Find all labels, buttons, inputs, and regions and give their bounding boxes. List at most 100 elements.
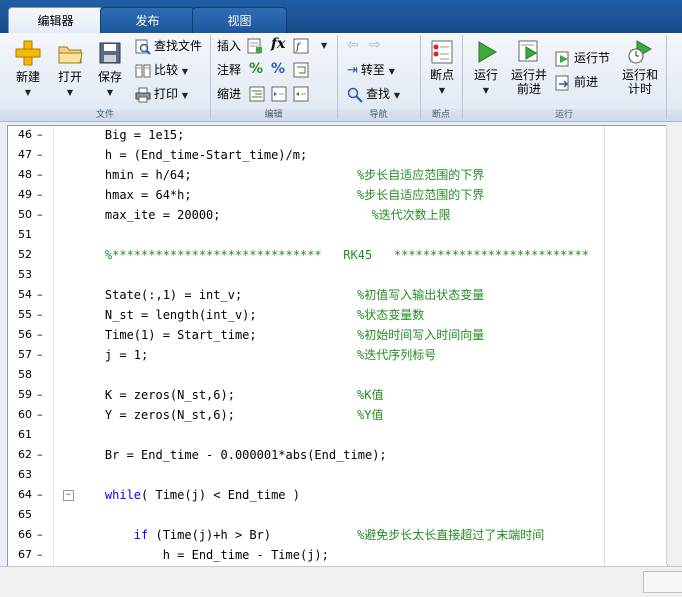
- fold-toggle-icon[interactable]: −: [63, 490, 74, 501]
- code-line[interactable]: 59– K = zeros(N_st,6); %K值: [8, 385, 667, 405]
- code-line[interactable]: 50– max_ite = 20000; %迭代次数上限: [8, 205, 667, 225]
- find-button[interactable]: 查找 ▼: [347, 84, 400, 104]
- breakpoint-marker[interactable]: –: [37, 285, 47, 305]
- breakpoint-marker[interactable]: –: [37, 545, 47, 565]
- run-section-icon: [555, 51, 569, 66]
- find-files-icon: [135, 39, 151, 55]
- code-line[interactable]: 48– hmin = h/64; %步长自适应范围的下界: [8, 165, 667, 185]
- chevron-down-icon[interactable]: ▼: [321, 41, 327, 50]
- group-label-navigate: 导航: [369, 110, 388, 120]
- goto-button[interactable]: ⇥ 转至 ▼: [347, 60, 395, 80]
- breakpoint-marker[interactable]: –: [37, 165, 47, 185]
- code-line[interactable]: 63: [8, 465, 667, 485]
- wrap-comments-icon[interactable]: [293, 62, 309, 78]
- line-number: 61: [18, 428, 32, 441]
- breakpoint-marker[interactable]: –: [37, 145, 47, 165]
- print-button[interactable]: 打印 ▼: [135, 84, 188, 104]
- indent-button[interactable]: 缩进: [217, 84, 241, 104]
- code-line[interactable]: 46– Big = 1e15;: [8, 126, 667, 145]
- code-line[interactable]: 53: [8, 265, 667, 285]
- back-arrow-icon[interactable]: ⇦: [347, 37, 359, 53]
- run-and-time-button[interactable]: 运行和 计时: [618, 39, 662, 96]
- find-files-label: 查找文件: [154, 39, 203, 53]
- comment-button[interactable]: 注释: [217, 60, 241, 80]
- breakpoint-marker[interactable]: –: [37, 305, 47, 325]
- new-button[interactable]: 新建 ▼: [10, 39, 46, 100]
- code-line[interactable]: 55– N_st = length(int_v); %状态变量数: [8, 305, 667, 325]
- find-files-button[interactable]: 查找文件: [135, 36, 202, 56]
- code-line[interactable]: 66– if (Time(j)+h > Br) %避免步长太长直接超过了末端时间: [8, 525, 667, 545]
- run-and-advance-button[interactable]: 运行并 前进: [508, 39, 550, 96]
- code-rest: ( Time(j) < End_time ): [141, 488, 300, 502]
- code-rest: (Time(j)+h > Br): [148, 528, 272, 542]
- insert-function-icon[interactable]: f: [293, 38, 309, 54]
- line-number: 48: [18, 168, 32, 181]
- code-line[interactable]: 57– j = 1; %迭代序列标号: [8, 345, 667, 365]
- code-text: Y = zeros(N_st,6);: [76, 408, 235, 422]
- open-button[interactable]: 打开 ▼: [52, 39, 88, 100]
- tab-view[interactable]: 视图: [192, 7, 287, 33]
- code-line[interactable]: 54– State(:,1) = int_v; %初值写入输出状态变量: [8, 285, 667, 305]
- code-editor[interactable]: 46– Big = 1e15; 47– h = (End_time-Start_t…: [7, 125, 668, 567]
- open-label: 打开: [57, 70, 82, 84]
- insert-button[interactable]: 插入: [217, 36, 241, 56]
- group-label-run: 运行: [554, 110, 573, 120]
- breakpoint-marker[interactable]: –: [37, 525, 47, 545]
- code-line[interactable]: 61: [8, 425, 667, 445]
- vertical-scrollbar[interactable]: [666, 125, 682, 565]
- line-number: 47: [18, 148, 32, 161]
- code-line[interactable]: 49– hmax = 64*h; %步长自适应范围的下界: [8, 185, 667, 205]
- run-section-button[interactable]: 运行节: [555, 48, 610, 68]
- compare-button[interactable]: 比较 ▼: [135, 60, 188, 80]
- line-number: 54: [18, 288, 32, 301]
- breakpoint-marker[interactable]: –: [37, 325, 47, 345]
- breakpoint-marker[interactable]: –: [37, 385, 47, 405]
- breakpoint-marker[interactable]: –: [37, 485, 47, 505]
- line-number: 60: [18, 408, 32, 421]
- function-icon[interactable]: fx: [271, 36, 285, 52]
- breakpoints-label: 断点: [429, 68, 454, 82]
- advance-label: 前进: [574, 75, 599, 89]
- tab-editor[interactable]: 编辑器: [8, 7, 103, 33]
- code-line[interactable]: 51: [8, 225, 667, 245]
- code-line[interactable]: 47– h = (End_time-Start_time)/m;: [8, 145, 667, 165]
- advance-button[interactable]: 前进: [555, 72, 598, 92]
- comment-percent-icon[interactable]: %: [249, 61, 263, 77]
- tab-publish[interactable]: 发布: [100, 7, 195, 33]
- code-text: h = (End_time-Start_time)/m;: [76, 148, 308, 162]
- breakpoint-marker[interactable]: –: [37, 345, 47, 365]
- code-line[interactable]: 60– Y = zeros(N_st,6); %Y值: [8, 405, 667, 425]
- line-number: 62: [18, 448, 32, 461]
- increase-indent-icon[interactable]: [271, 86, 287, 102]
- code-line[interactable]: 58: [8, 365, 667, 385]
- code-line[interactable]: 52 %***************************** RK45 *…: [8, 245, 667, 265]
- line-number: 51: [18, 228, 32, 241]
- group-separator: [337, 35, 338, 119]
- print-label: 打印: [154, 87, 179, 101]
- code-text: j = 1;: [76, 348, 149, 362]
- smart-indent-icon[interactable]: [249, 86, 265, 102]
- breakpoints-button[interactable]: 断点 ▼: [424, 39, 460, 98]
- code-line[interactable]: 64– while( Time(j) < End_time ) −: [8, 485, 667, 505]
- code-line[interactable]: 67– h = End_time - Time(j);: [8, 545, 667, 565]
- code-text: State(:,1) = int_v;: [76, 288, 243, 302]
- group-separator: [666, 35, 667, 119]
- code-line[interactable]: 62– Br = End_time - 0.000001*abs(End_tim…: [8, 445, 667, 465]
- breakpoint-marker[interactable]: –: [37, 126, 47, 145]
- uncomment-icon[interactable]: %: [271, 61, 285, 77]
- run-button[interactable]: 运行 ▼: [468, 39, 504, 98]
- breakpoint-marker[interactable]: –: [37, 205, 47, 225]
- code-text: if (Time(j)+h > Br): [76, 525, 271, 545]
- group-separator: [210, 35, 211, 119]
- breakpoint-marker[interactable]: –: [37, 405, 47, 425]
- decrease-indent-icon[interactable]: [293, 86, 309, 102]
- insert-section-icon[interactable]: [247, 38, 263, 54]
- group-label-edit: 编辑: [264, 110, 283, 120]
- save-button[interactable]: 保存 ▼: [92, 39, 128, 100]
- code-line[interactable]: 65: [8, 505, 667, 525]
- run-section-label: 运行节: [574, 51, 611, 65]
- breakpoint-marker[interactable]: –: [37, 185, 47, 205]
- breakpoint-marker[interactable]: –: [37, 445, 47, 465]
- forward-arrow-icon[interactable]: ⇨: [369, 37, 381, 53]
- code-line[interactable]: 56– Time(1) = Start_time; %初始时间写入时间向量: [8, 325, 667, 345]
